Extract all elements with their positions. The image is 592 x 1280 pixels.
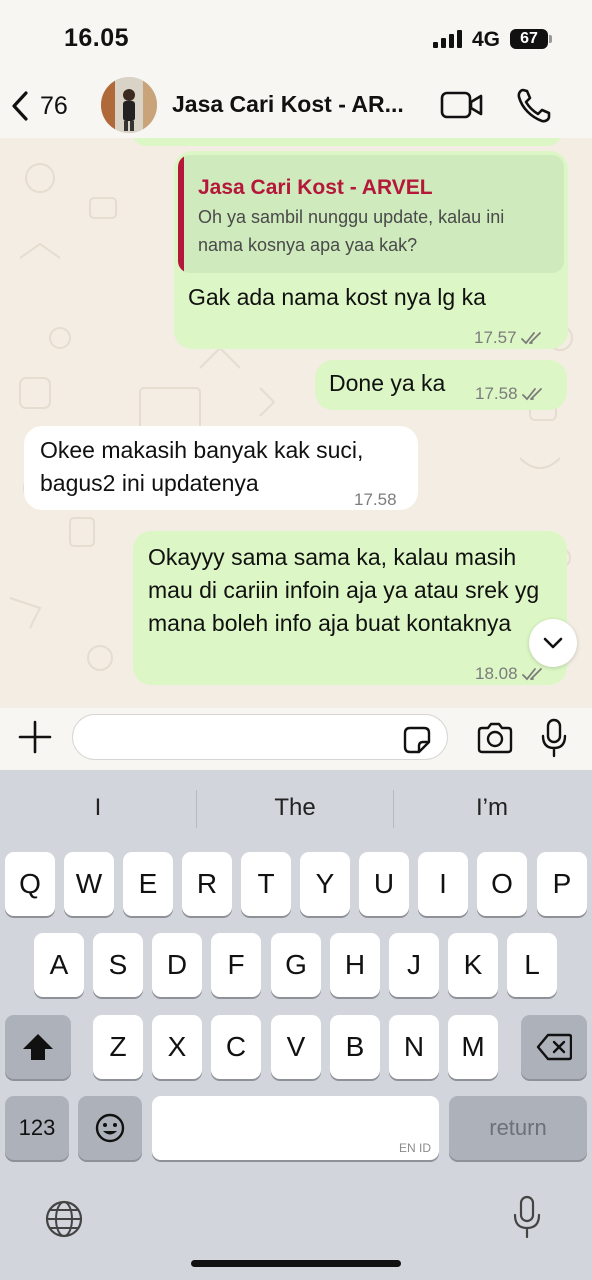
- message-input-bar: [0, 708, 592, 770]
- message-bubble-outgoing[interactable]: Okayyy sama sama ka, kalau masih mau di …: [133, 531, 567, 685]
- microphone-icon[interactable]: [540, 718, 568, 758]
- chevron-left-icon: [12, 91, 28, 121]
- back-button[interactable]: 76: [10, 84, 90, 128]
- numbers-key[interactable]: 123: [5, 1096, 69, 1160]
- key-x[interactable]: X: [152, 1015, 202, 1079]
- message-bubble-outgoing[interactable]: [132, 138, 562, 146]
- chat-area[interactable]: Jasa Cari Kost - ARVEL Oh ya sambil nung…: [0, 138, 592, 708]
- network-type: 4G: [472, 28, 501, 51]
- emoji-key[interactable]: [78, 1096, 142, 1160]
- return-key[interactable]: return: [449, 1096, 587, 1160]
- key-v[interactable]: V: [271, 1015, 321, 1079]
- key-h[interactable]: H: [330, 933, 380, 997]
- globe-icon[interactable]: [44, 1199, 84, 1239]
- camera-icon[interactable]: [476, 722, 514, 754]
- message-time: 17.58: [354, 490, 397, 509]
- double-check-icon: [521, 387, 542, 400]
- double-check-icon: [520, 331, 541, 344]
- message-bubble-incoming[interactable]: Okee makasih banyak kak suci, bagus2 ini…: [24, 426, 418, 510]
- keyboard-language-hint: EN ID: [398, 1141, 431, 1155]
- shift-key[interactable]: [5, 1015, 71, 1079]
- contact-name[interactable]: Jasa Cari Kost - AR...: [172, 91, 404, 118]
- message-bubble-outgoing[interactable]: Done ya ka 17.58: [315, 360, 567, 410]
- quoted-text: Oh ya sambil nunggu update, kalau ini na…: [198, 207, 505, 255]
- message-bubble-outgoing[interactable]: Jasa Cari Kost - ARVEL Oh ya sambil nung…: [174, 151, 568, 349]
- unread-count: 76: [40, 91, 68, 120]
- key-m[interactable]: M: [448, 1015, 498, 1079]
- key-l[interactable]: L: [507, 933, 557, 997]
- key-o[interactable]: O: [477, 852, 527, 916]
- avatar[interactable]: [101, 77, 157, 133]
- message-meta: 18.08: [475, 657, 546, 690]
- message-input[interactable]: [72, 714, 448, 760]
- home-indicator: [191, 1260, 401, 1267]
- key-k[interactable]: K: [448, 933, 498, 997]
- battery-icon: 67: [510, 29, 548, 49]
- message-time: 17.58: [475, 384, 518, 403]
- backspace-key[interactable]: [521, 1015, 587, 1079]
- key-g[interactable]: G: [271, 933, 321, 997]
- phone-call-icon[interactable]: [514, 86, 554, 126]
- suggestion-bar: I The I’m: [0, 770, 592, 848]
- avatar-photo: [101, 77, 157, 133]
- status-time: 16.05: [64, 24, 130, 52]
- key-n[interactable]: N: [389, 1015, 439, 1079]
- suggestion-item[interactable]: I’m: [394, 794, 590, 822]
- chevron-down-icon: [543, 637, 563, 649]
- key-r[interactable]: R: [182, 852, 232, 916]
- suggestion-item[interactable]: The: [197, 794, 393, 822]
- key-f[interactable]: F: [211, 933, 261, 997]
- key-w[interactable]: W: [64, 852, 114, 916]
- key-u[interactable]: U: [359, 852, 409, 916]
- scroll-to-bottom-button[interactable]: [529, 619, 577, 667]
- quoted-message[interactable]: Jasa Cari Kost - ARVEL Oh ya sambil nung…: [178, 155, 564, 273]
- key-a[interactable]: A: [34, 933, 84, 997]
- battery-cap: [549, 35, 552, 43]
- space-key[interactable]: EN ID: [152, 1096, 439, 1160]
- key-j[interactable]: J: [389, 933, 439, 997]
- suggestion-item[interactable]: I: [0, 794, 196, 822]
- double-check-icon: [521, 667, 542, 680]
- emoji-icon: [95, 1113, 125, 1143]
- message-meta: 17.57: [474, 321, 545, 354]
- key-q[interactable]: Q: [5, 852, 55, 916]
- status-bar: 16.05 4G 67: [0, 0, 592, 74]
- message-time: 18.08: [475, 664, 518, 683]
- key-z[interactable]: Z: [93, 1015, 143, 1079]
- message-meta: 17.58: [354, 483, 397, 516]
- shift-arrow-icon: [23, 1034, 53, 1060]
- quoted-sender-name: Jasa Cari Kost - ARVEL: [198, 176, 433, 199]
- video-call-icon[interactable]: [440, 88, 484, 122]
- plus-icon[interactable]: [16, 718, 54, 756]
- sticker-icon[interactable]: [402, 725, 432, 755]
- key-c[interactable]: C: [211, 1015, 261, 1079]
- key-s[interactable]: S: [93, 933, 143, 997]
- quote-accent-bar: [178, 155, 184, 273]
- dictation-icon[interactable]: [512, 1195, 542, 1239]
- key-d[interactable]: D: [152, 933, 202, 997]
- key-y[interactable]: Y: [300, 852, 350, 916]
- message-text: Done ya ka: [329, 370, 446, 396]
- chat-header: 76 Jasa Cari Kost - AR...: [0, 74, 592, 138]
- cellular-signal-icon: [433, 30, 462, 48]
- key-e[interactable]: E: [123, 852, 173, 916]
- message-text: Okayyy sama sama ka, kalau masih mau di …: [148, 544, 540, 636]
- key-b[interactable]: B: [330, 1015, 380, 1079]
- message-text: Gak ada nama kost nya lg ka: [188, 284, 486, 310]
- key-t[interactable]: T: [241, 852, 291, 916]
- message-time: 17.57: [474, 328, 517, 347]
- key-p[interactable]: P: [537, 852, 587, 916]
- message-meta: 17.58: [475, 377, 546, 410]
- keyboard: I The I’m Q W E R T Y U I O P A S D F G …: [0, 770, 592, 1280]
- key-i[interactable]: I: [418, 852, 468, 916]
- backspace-icon: [536, 1033, 573, 1061]
